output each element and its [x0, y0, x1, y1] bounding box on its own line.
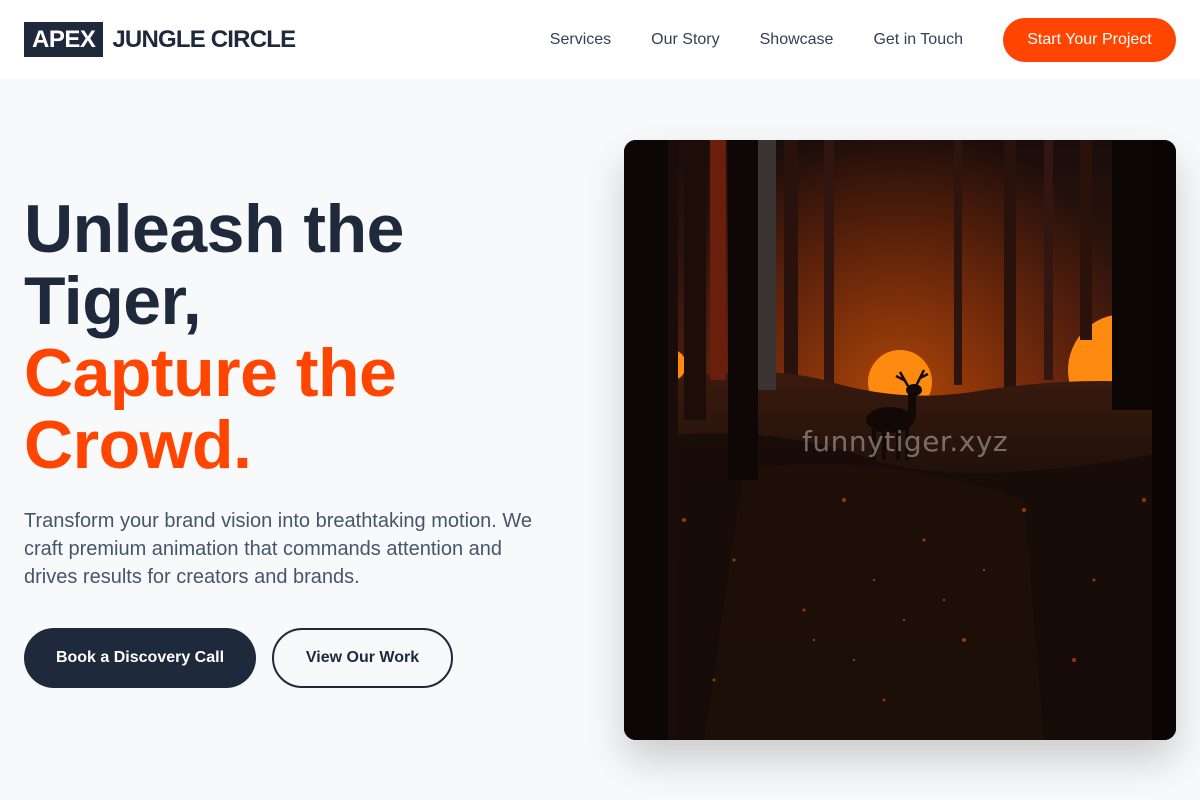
hero-headline: Unleash the Tiger, Capture the Crowd.: [24, 193, 564, 481]
nav-link-our-story[interactable]: Our Story: [651, 30, 719, 50]
headline-accent-line-2: Crowd.: [24, 407, 252, 483]
nav-link-services[interactable]: Services: [550, 30, 611, 50]
nav-link-get-in-touch[interactable]: Get in Touch: [873, 30, 963, 50]
headline-line-1: Unleash the: [24, 191, 404, 267]
hero-image: funnytiger.xyz: [624, 140, 1176, 740]
hero-text: Unleash the Tiger, Capture the Crowd. Tr…: [24, 193, 564, 591]
hero-buttons: Book a Discovery Call View Our Work: [24, 628, 453, 688]
nav-link-showcase[interactable]: Showcase: [760, 30, 834, 50]
site-header: APEX JUNGLE CIRCLE Services Our Story Sh…: [0, 0, 1200, 79]
logo-text: JUNGLE CIRCLE: [112, 25, 296, 53]
headline-line-2: Tiger,: [24, 263, 202, 339]
logo[interactable]: APEX JUNGLE CIRCLE: [24, 22, 296, 57]
headline-accent-line-1: Capture the: [24, 335, 397, 411]
start-project-button[interactable]: Start Your Project: [1003, 17, 1176, 62]
hero-subtitle: Transform your brand vision into breatht…: [24, 510, 533, 588]
book-discovery-call-button[interactable]: Book a Discovery Call: [24, 628, 256, 688]
main-nav: Services Our Story Showcase Get in Touch…: [550, 17, 1176, 62]
logo-box: APEX: [24, 22, 104, 57]
image-watermark: funnytiger.xyz: [802, 425, 1009, 458]
view-our-work-button[interactable]: View Our Work: [272, 628, 453, 688]
